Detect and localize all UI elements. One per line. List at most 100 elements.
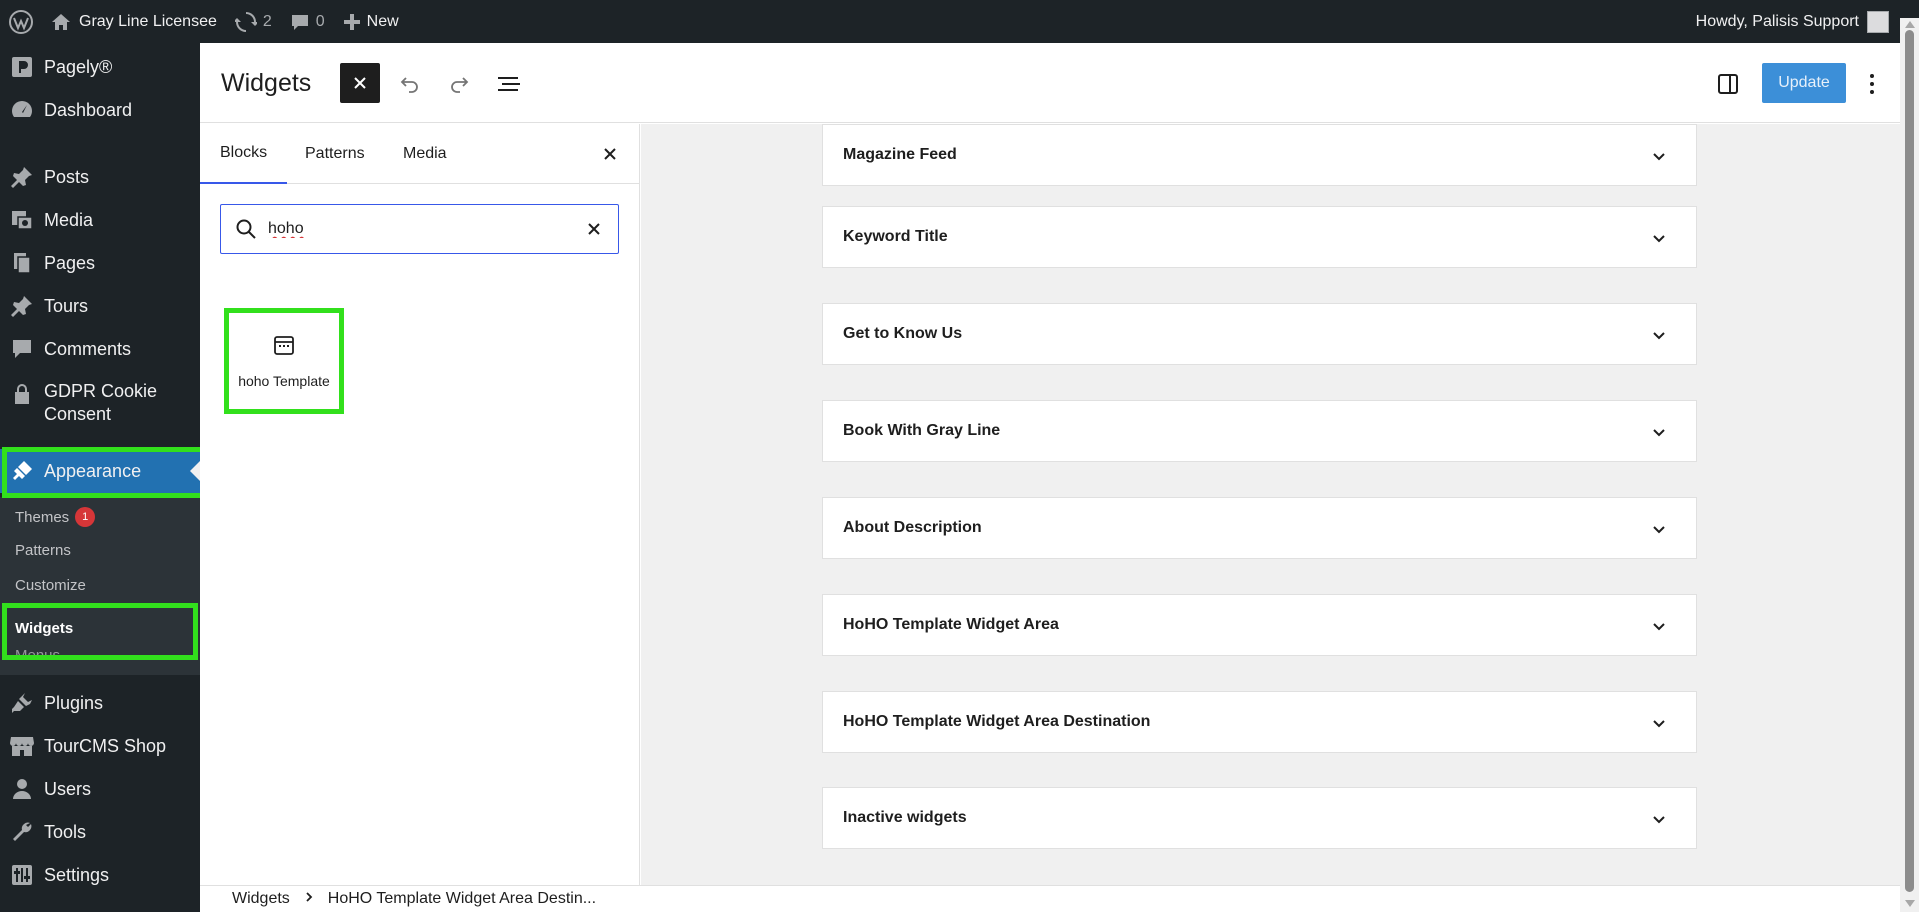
close-icon — [354, 77, 366, 89]
settings-icon — [0, 863, 44, 887]
media-icon — [0, 208, 44, 232]
redo-button[interactable] — [444, 69, 474, 99]
widget-area-hoho-template-destination[interactable]: HoHO Template Widget Area Destination — [822, 691, 1697, 753]
site-name-link[interactable]: Gray Line Licensee — [42, 0, 226, 43]
comment-icon — [0, 337, 44, 361]
new-content-link[interactable]: New — [334, 0, 408, 43]
update-button[interactable]: Update — [1762, 63, 1846, 103]
chevron-down-icon[interactable] — [1648, 808, 1670, 830]
appearance-highlight-box — [2, 447, 210, 498]
user-icon — [0, 777, 44, 801]
avatar — [1867, 10, 1889, 33]
widget-area-title: About Description — [843, 519, 982, 536]
plugin-icon — [0, 691, 44, 715]
new-label: New — [366, 12, 399, 30]
wordpress-logo-icon[interactable] — [0, 0, 42, 43]
menu-item-dashboard[interactable]: Dashboard — [0, 93, 200, 127]
menu-label: Comments — [44, 338, 132, 359]
pages-icon — [0, 251, 44, 275]
menu-item-plugins[interactable]: Plugins — [0, 686, 200, 720]
list-view-button[interactable] — [494, 69, 524, 99]
my-account[interactable]: Howdy, Palisis Support — [1695, 10, 1919, 33]
submenu-item-patterns[interactable]: Patterns — [15, 542, 71, 559]
plus-icon — [343, 13, 360, 30]
widgets-canvas: Magazine Feed Keyword Title Get to Know … — [641, 124, 1891, 885]
updates-link[interactable]: 2 — [226, 0, 281, 43]
search-input[interactable] — [268, 220, 558, 238]
menu-label: Pagely® — [44, 56, 113, 77]
search-icon — [236, 219, 256, 239]
lock-icon — [0, 380, 44, 406]
menu-item-pagely[interactable]: Pagely® — [0, 50, 200, 84]
breadcrumb-root[interactable]: Widgets — [232, 890, 290, 908]
page-scrollbar[interactable] — [1900, 18, 1919, 912]
submenu-label: Customize — [15, 577, 86, 594]
widget-area-keyword-title[interactable]: Keyword Title — [822, 206, 1697, 268]
dashboard-icon — [0, 98, 44, 122]
widget-area-hoho-template[interactable]: HoHO Template Widget Area — [822, 594, 1697, 656]
menu-item-tools[interactable]: Tools — [0, 815, 200, 849]
menu-item-tours[interactable]: Tours — [0, 289, 200, 323]
wrench-icon — [0, 820, 44, 844]
menu-item-posts[interactable]: Posts — [0, 160, 200, 194]
chevron-down-icon[interactable] — [1648, 324, 1670, 346]
tab-patterns[interactable]: Patterns — [285, 124, 385, 184]
chevron-down-icon[interactable] — [1648, 145, 1670, 167]
breadcrumb: Widgets HoHO Template Widget Area Destin… — [200, 885, 1900, 912]
widget-area-about-description[interactable]: About Description — [822, 497, 1697, 559]
chevron-down-icon[interactable] — [1648, 421, 1670, 443]
widgets-highlight-box — [2, 603, 198, 660]
chevron-down-icon[interactable] — [1648, 712, 1670, 734]
widget-area-get-to-know-us[interactable]: Get to Know Us — [822, 303, 1697, 365]
menu-item-gdpr-cookie-consent[interactable]: GDPR Cookie Consent — [0, 380, 200, 430]
menu-item-pages[interactable]: Pages — [0, 246, 200, 280]
updates-icon — [234, 11, 257, 32]
scroll-up-arrow-icon[interactable] — [1905, 20, 1915, 28]
widget-area-title: Book With Gray Line — [843, 422, 1001, 439]
menu-label: Tools — [44, 821, 87, 842]
menu-item-settings[interactable]: Settings — [0, 858, 200, 892]
widget-area-inactive-widgets[interactable]: Inactive widgets — [822, 787, 1697, 849]
pin-icon — [0, 294, 44, 318]
undo-button[interactable] — [395, 69, 425, 99]
chevron-down-icon[interactable] — [1648, 227, 1670, 249]
submenu-item-themes[interactable]: Themes 1 — [15, 507, 96, 527]
comments-count: 0 — [315, 12, 325, 30]
store-icon — [0, 734, 44, 758]
sidebar-panel-icon — [1718, 74, 1738, 94]
scroll-down-arrow-icon[interactable] — [1905, 900, 1915, 908]
menu-item-media[interactable]: Media — [0, 203, 200, 237]
tab-media[interactable]: Media — [383, 124, 467, 184]
settings-sidebar-toggle[interactable] — [1713, 69, 1743, 99]
greeting: Howdy, Palisis Support — [1695, 12, 1859, 30]
widget-area-magazine-feed[interactable]: Magazine Feed — [822, 124, 1697, 186]
options-menu-button[interactable] — [1860, 69, 1884, 99]
tab-blocks[interactable]: Blocks — [200, 124, 288, 184]
clear-search-icon[interactable] — [586, 221, 602, 237]
submenu-item-customize[interactable]: Customize — [15, 577, 86, 594]
menu-item-tourcms-shop[interactable]: TourCMS Shop — [0, 729, 200, 763]
menu-label: GDPR Cookie Consent — [44, 381, 158, 424]
close-panel-button[interactable] — [596, 140, 624, 168]
chevron-down-icon[interactable] — [1648, 615, 1670, 637]
widget-area-book-with-gray-line[interactable]: Book With Gray Line — [822, 400, 1697, 462]
chevron-down-icon[interactable] — [1648, 518, 1670, 540]
updates-count: 2 — [262, 12, 272, 30]
menu-label: Posts — [44, 166, 90, 187]
menu-item-users[interactable]: Users — [0, 772, 200, 806]
menu-label: TourCMS Shop — [44, 735, 167, 756]
site-name: Gray Line Licensee — [79, 12, 217, 30]
chevron-right-icon — [304, 890, 314, 908]
block-inserter-panel: Blocks Patterns Media hoho Template — [200, 124, 640, 885]
comments-link[interactable]: 0 — [281, 0, 334, 43]
comment-icon — [291, 14, 308, 30]
page-scrollbar-thumb[interactable] — [1905, 30, 1914, 892]
menu-label: Settings — [44, 864, 110, 885]
page-title: Widgets — [221, 69, 312, 97]
block-search-field[interactable] — [220, 204, 619, 254]
menu-item-comments[interactable]: Comments — [0, 332, 200, 366]
widget-area-title: Keyword Title — [843, 228, 948, 245]
redo-icon — [451, 77, 469, 93]
breadcrumb-current[interactable]: HoHO Template Widget Area Destin... — [328, 890, 596, 908]
close-inserter-button[interactable] — [340, 63, 380, 103]
